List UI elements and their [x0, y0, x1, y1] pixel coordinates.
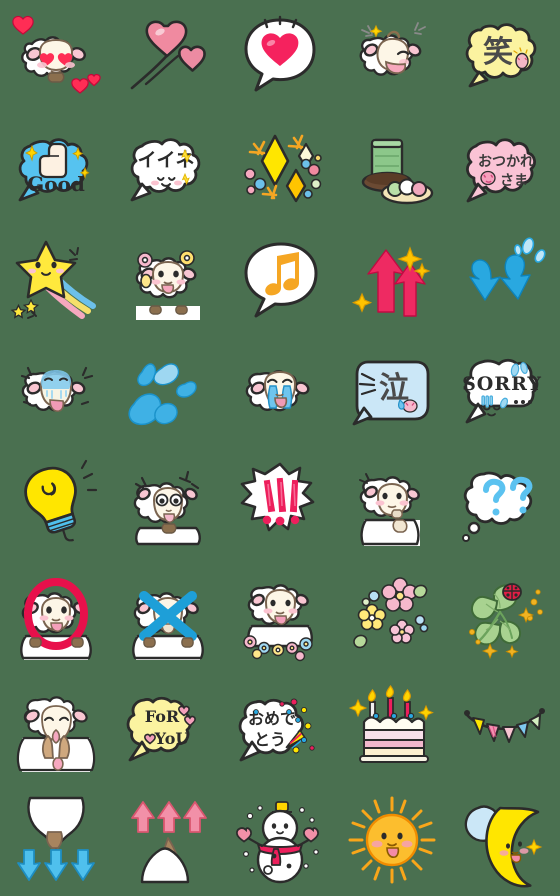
emoji-cell-crescent-moon[interactable]	[448, 784, 560, 896]
music-note-bubble-icon	[234, 234, 326, 326]
exclamation-marks-icon	[234, 458, 326, 550]
emoji-cell-sheep-shocked[interactable]	[0, 336, 112, 448]
sheep-laughing-icon	[346, 10, 438, 102]
emoji-cell-good-bubble[interactable]: Good	[0, 112, 112, 224]
flowers-icon	[346, 570, 438, 662]
emoji-cell-snowman[interactable]	[224, 784, 336, 896]
emoji-cell-sheep-cross-no[interactable]	[112, 560, 224, 672]
down-arrows-blue-icon	[458, 234, 550, 326]
emoji-cell-otsukaresama-bubble[interactable]: おつかれ さま	[448, 112, 560, 224]
sheep-flower-field-icon	[234, 570, 326, 662]
emoji-cell-sheep-praying[interactable]	[0, 672, 112, 784]
for-you-bubble-icon: FoR YoU	[122, 682, 214, 774]
emoji-cell-birthday-cake[interactable]	[336, 672, 448, 784]
party-bunting-icon	[458, 682, 550, 774]
emoji-cell-smiling-sun[interactable]	[336, 784, 448, 896]
sheep-shocked-icon	[10, 346, 102, 438]
emoji-cell-heart-speech-bubble[interactable]	[224, 0, 336, 112]
emoji-cell-up-arrows-pink[interactable]	[336, 224, 448, 336]
you-label: YoU	[154, 729, 190, 748]
emoji-cell-party-bunting[interactable]	[448, 672, 560, 784]
emoji-cell-sheep-thinking[interactable]	[336, 448, 448, 560]
iine-bubble-icon: イイネ	[122, 122, 214, 214]
emoji-cell-sorry-bubble[interactable]: SORRY	[448, 336, 560, 448]
cry-kanji: 泣	[379, 371, 409, 406]
sheep-crying-icon	[234, 346, 326, 438]
emoji-grid: 笑 Good イイネ おつかれ さま 泣 SORRY FoR YoU おめで と…	[0, 0, 560, 896]
sorry-label: SORRY	[462, 373, 542, 395]
emoji-cell-question-bubble[interactable]	[448, 448, 560, 560]
emoji-cell-flowers[interactable]	[336, 560, 448, 672]
emoji-cell-exclamation-marks[interactable]	[224, 448, 336, 560]
sorry-bubble-icon: SORRY	[458, 346, 550, 438]
emoji-cell-for-you-bubble[interactable]: FoR YoU	[112, 672, 224, 784]
sheep-thinking-icon	[346, 458, 438, 550]
emoji-cell-sheep-with-flowers[interactable]	[112, 224, 224, 336]
flying-hearts-icon	[122, 10, 214, 102]
question-bubble-icon	[458, 458, 550, 550]
emoji-cell-sheep-down-arrows[interactable]	[0, 784, 112, 896]
sparkle-diamonds-icon	[234, 122, 326, 214]
sheep-in-love-icon	[10, 10, 102, 102]
heart-speech-bubble-icon	[234, 10, 326, 102]
emoji-cell-iine-bubble[interactable]: イイネ	[112, 112, 224, 224]
emoji-cell-sheep-in-love[interactable]	[0, 0, 112, 112]
emoji-cell-cry-bubble[interactable]: 泣	[336, 336, 448, 448]
sheep-circle-ok-icon	[10, 570, 102, 662]
otsukare-line1: おつかれ	[478, 154, 534, 170]
emoji-cell-flying-hearts[interactable]	[112, 0, 224, 112]
emoji-cell-sheep-flower-field[interactable]	[224, 560, 336, 672]
good-label: Good	[27, 172, 85, 196]
smiling-sun-icon	[346, 794, 438, 886]
cry-bubble-icon: 泣	[346, 346, 438, 438]
emoji-cell-sheep-crying[interactable]	[224, 336, 336, 448]
emoji-cell-water-splash[interactable]	[112, 336, 224, 448]
emoji-cell-down-arrows-blue[interactable]	[448, 224, 560, 336]
emoji-cell-four-leaf-clover[interactable]	[448, 560, 560, 672]
green-tea-dango-icon	[346, 122, 438, 214]
emoji-cell-shooting-star[interactable]	[0, 224, 112, 336]
laugh-bubble-icon: 笑	[458, 10, 550, 102]
water-splash-icon	[122, 346, 214, 438]
emoji-cell-sparkle-diamonds[interactable]	[224, 112, 336, 224]
sheep-surprised-icon	[122, 458, 214, 550]
otsukare-line2: さま	[500, 173, 528, 189]
emoji-cell-sheep-surprised[interactable]	[112, 448, 224, 560]
omede-line2: とう	[254, 730, 286, 749]
emoji-cell-sheep-laughing[interactable]	[336, 0, 448, 112]
sheep-down-arrows-icon	[10, 794, 102, 886]
shooting-star-icon	[10, 234, 102, 326]
emoji-cell-sheep-circle-ok[interactable]	[0, 560, 112, 672]
emoji-cell-laugh-bubble[interactable]: 笑	[448, 0, 560, 112]
omedetou-bubble-icon: おめで とう	[234, 682, 326, 774]
sheep-praying-icon	[10, 682, 102, 774]
sheep-up-arrows-icon	[122, 794, 214, 886]
for-label: FoR	[145, 707, 180, 726]
snowman-icon	[234, 794, 326, 886]
emoji-cell-green-tea-dango[interactable]	[336, 112, 448, 224]
emoji-cell-sheep-up-arrows[interactable]	[112, 784, 224, 896]
up-arrows-pink-icon	[346, 234, 438, 326]
emoji-cell-lightbulb-idea[interactable]	[0, 448, 112, 560]
sheep-with-flowers-icon	[122, 234, 214, 326]
lightbulb-idea-icon	[10, 458, 102, 550]
otsukaresama-bubble-icon: おつかれ さま	[458, 122, 550, 214]
emoji-cell-omedetou-bubble[interactable]: おめで とう	[224, 672, 336, 784]
birthday-cake-icon	[346, 682, 438, 774]
four-leaf-clover-icon	[458, 570, 550, 662]
laugh-kanji: 笑	[483, 35, 513, 70]
emoji-cell-music-note-bubble[interactable]	[224, 224, 336, 336]
crescent-moon-icon	[458, 794, 550, 888]
sheep-cross-no-icon	[122, 570, 214, 662]
good-bubble-icon: Good	[10, 122, 102, 214]
